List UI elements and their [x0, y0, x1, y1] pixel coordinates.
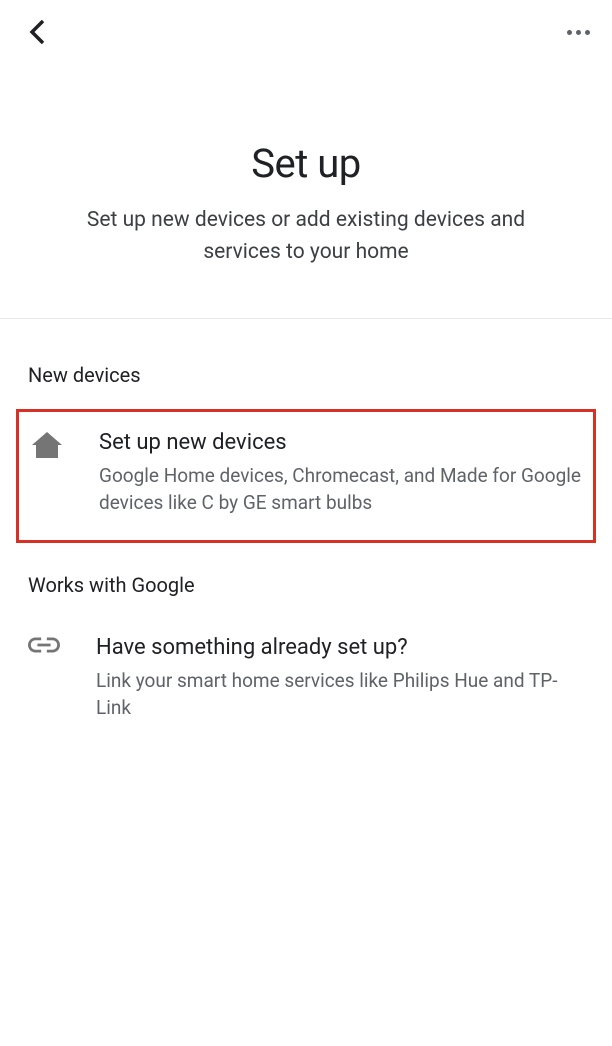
item-title: Set up new devices [99, 430, 585, 455]
top-bar [0, 0, 612, 60]
section-label-new-devices: New devices [0, 363, 612, 409]
item-text: Set up new devices Google Home devices, … [99, 430, 585, 516]
page-title: Set up [50, 140, 562, 187]
link-icon [28, 635, 60, 653]
more-button[interactable] [567, 30, 590, 35]
chevron-left-icon [28, 18, 48, 46]
more-dots-icon [567, 30, 572, 35]
home-icon [31, 430, 63, 458]
content: New devices Set up new devices Google Ho… [0, 319, 612, 739]
item-text: Have something already set up? Link your… [96, 635, 584, 721]
item-desc: Link your smart home services like Phili… [96, 668, 584, 721]
setup-new-devices-item[interactable]: Set up new devices Google Home devices, … [16, 409, 596, 543]
back-button[interactable] [28, 18, 48, 46]
link-services-item[interactable]: Have something already set up? Link your… [0, 621, 612, 739]
header-section: Set up Set up new devices or add existin… [0, 60, 612, 318]
item-title: Have something already set up? [96, 635, 584, 660]
item-desc: Google Home devices, Chromecast, and Mad… [99, 463, 585, 516]
section-label-works-with: Works with Google [0, 565, 612, 621]
page-subtitle: Set up new devices or add existing devic… [50, 205, 562, 268]
